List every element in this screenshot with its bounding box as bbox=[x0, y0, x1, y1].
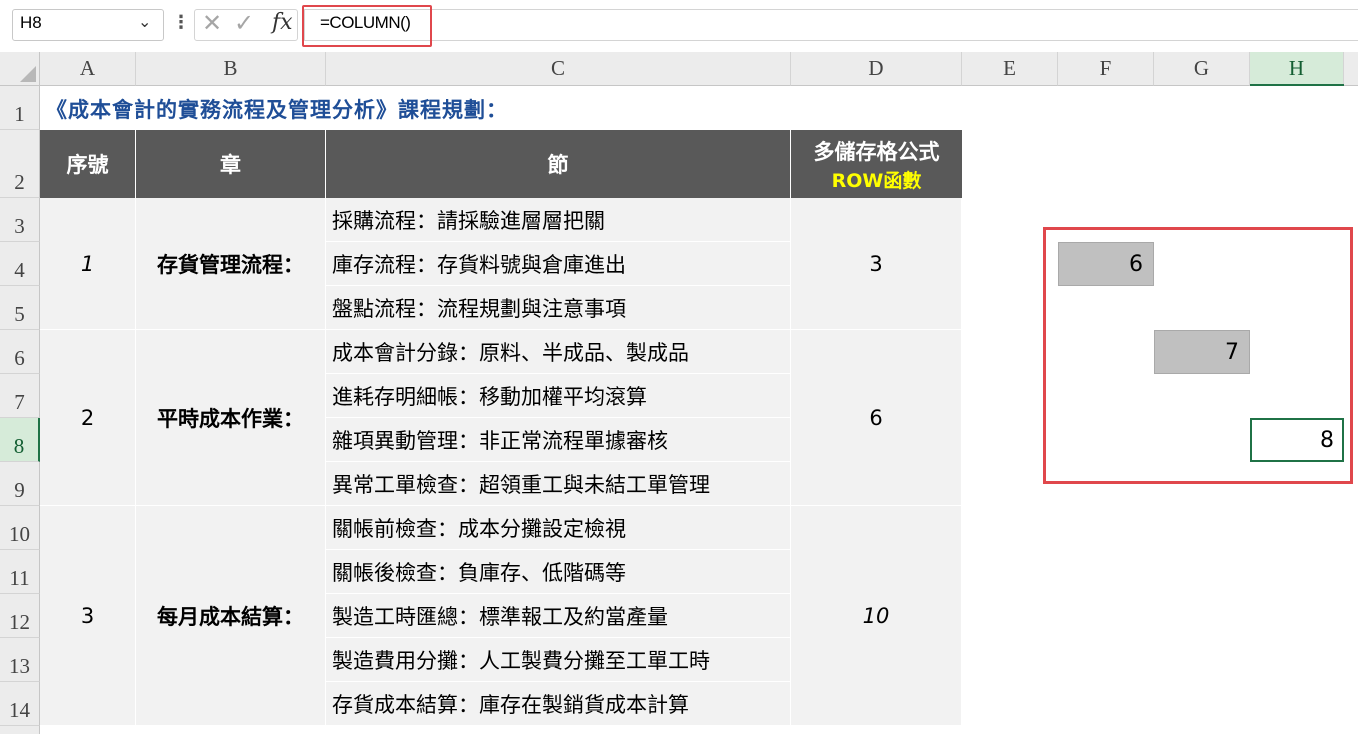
section-cell[interactable]: 存貨成本結算：庫存在製銷貨成本計算 bbox=[326, 682, 791, 726]
row-header-14[interactable]: 14 bbox=[0, 682, 40, 726]
column-header-d[interactable]: D bbox=[791, 52, 962, 86]
row-header-6[interactable]: 6 bbox=[0, 330, 40, 374]
column-header-f[interactable]: F bbox=[1058, 52, 1154, 86]
row-header-overflow bbox=[0, 726, 40, 734]
section-cell[interactable]: 異常工單檢查：超領重工與未結工單管理 bbox=[326, 462, 791, 506]
section-cell[interactable]: 製造費用分攤：人工製費分攤至工單工時 bbox=[326, 638, 791, 682]
section-cell[interactable]: 盤點流程：流程規劃與注意事項 bbox=[326, 286, 791, 330]
column-header-e[interactable]: E bbox=[962, 52, 1058, 86]
group1-no[interactable]: 1 bbox=[40, 198, 136, 330]
cell-h8-selected[interactable]: 8 bbox=[1250, 418, 1344, 462]
column-selection-indicator bbox=[1250, 84, 1344, 86]
row-header-7[interactable]: 7 bbox=[0, 374, 40, 418]
row-header-10[interactable]: 10 bbox=[0, 506, 40, 550]
row-header-3[interactable]: 3 bbox=[0, 198, 40, 242]
section-cell[interactable]: 雜項異動管理：非正常流程單據審核 bbox=[326, 418, 791, 462]
row-header-11[interactable]: 11 bbox=[0, 550, 40, 594]
formula-input[interactable] bbox=[304, 9, 1358, 41]
group2-no[interactable]: 2 bbox=[40, 330, 136, 506]
row-header-1[interactable]: 1 bbox=[0, 86, 40, 130]
row-header-13[interactable]: 13 bbox=[0, 638, 40, 682]
section-cell[interactable]: 成本會計分錄：原料、半成品、製成品 bbox=[326, 330, 791, 374]
select-all-triangle-icon bbox=[20, 66, 36, 82]
section-cell[interactable]: 庫存流程：存貨料號與倉庫進出 bbox=[326, 242, 791, 286]
column-header-overflow bbox=[1344, 52, 1358, 86]
group3-value[interactable]: 10 bbox=[791, 506, 962, 726]
section-cell[interactable]: 關帳後檢查：負庫存、低階碼等 bbox=[326, 550, 791, 594]
section-cell[interactable]: 採購流程：請採驗進層層把關 bbox=[326, 198, 791, 242]
row-header-2[interactable]: 2 bbox=[0, 130, 40, 198]
row-header-9[interactable]: 9 bbox=[0, 462, 40, 506]
header-formula-line2: ROW函數 bbox=[831, 169, 922, 192]
group3-no[interactable]: 3 bbox=[40, 506, 136, 726]
header-seq[interactable]: 序號 bbox=[40, 130, 136, 198]
kebab-icon[interactable]: ⋮ bbox=[172, 12, 190, 33]
cancel-icon[interactable]: ✕ bbox=[202, 9, 222, 37]
group2-value[interactable]: 6 bbox=[791, 330, 962, 506]
section-cell[interactable]: 關帳前檢查：成本分攤設定檢視 bbox=[326, 506, 791, 550]
fx-icon[interactable]: fx bbox=[272, 10, 293, 35]
header-section[interactable]: 節 bbox=[326, 130, 791, 198]
cell-g6[interactable]: 7 bbox=[1154, 330, 1250, 374]
header-formula-line1: 多儲存格公式 bbox=[813, 139, 940, 164]
column-header-a[interactable]: A bbox=[40, 52, 136, 86]
column-header-b[interactable]: B bbox=[136, 52, 326, 86]
name-box-value[interactable]: H8 bbox=[20, 13, 42, 33]
row-header-4[interactable]: 4 bbox=[0, 242, 40, 286]
formula-highlight-box bbox=[302, 5, 432, 47]
column-header-h[interactable]: H bbox=[1250, 52, 1344, 86]
section-cell[interactable]: 製造工時匯總：標準報工及約當產量 bbox=[326, 594, 791, 638]
row-header-8[interactable]: 8 bbox=[0, 418, 40, 462]
group2-chapter[interactable]: 平時成本作業： bbox=[136, 330, 326, 506]
header-chapter[interactable]: 章 bbox=[136, 130, 326, 198]
cell-f4[interactable]: 6 bbox=[1058, 242, 1154, 286]
group3-chapter[interactable]: 每月成本結算： bbox=[136, 506, 326, 726]
row-header-5[interactable]: 5 bbox=[0, 286, 40, 330]
row-header-12[interactable]: 12 bbox=[0, 594, 40, 638]
sheet-title[interactable]: 《成本會計的實務流程及管理分析》課程規劃： bbox=[46, 94, 508, 124]
group1-value[interactable]: 3 bbox=[791, 198, 962, 330]
header-formula[interactable]: 多儲存格公式 ROW函數 bbox=[791, 130, 962, 198]
column-header-c[interactable]: C bbox=[326, 52, 791, 86]
section-cell[interactable]: 進耗存明細帳：移動加權平均滾算 bbox=[326, 374, 791, 418]
column-header-g[interactable]: G bbox=[1154, 52, 1250, 86]
group1-chapter[interactable]: 存貨管理流程： bbox=[136, 198, 326, 330]
chevron-down-icon[interactable]: ⌄ bbox=[138, 12, 151, 31]
enter-icon[interactable]: ✓ bbox=[234, 9, 254, 37]
